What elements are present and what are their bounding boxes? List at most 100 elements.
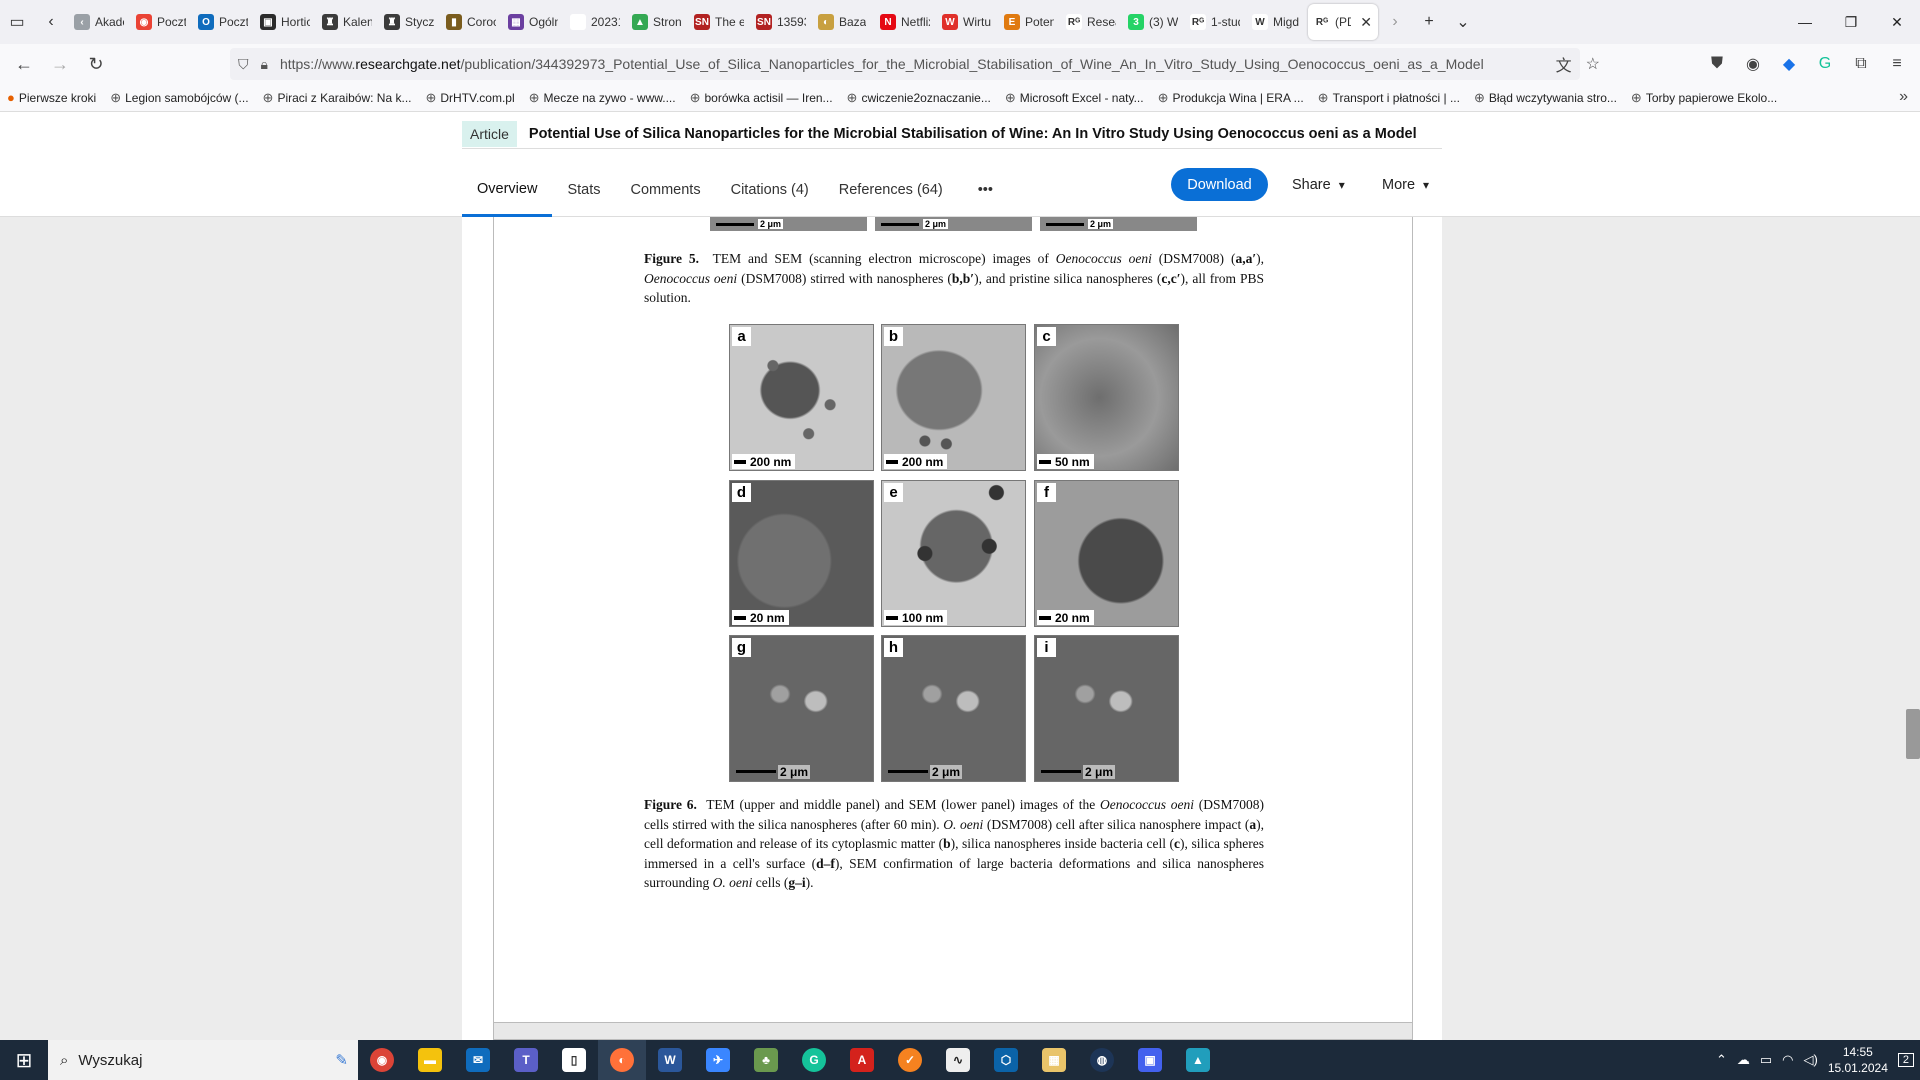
- publication-tab[interactable]: Stats: [552, 163, 615, 217]
- bookmark-item[interactable]: ⊕ Błąd wczytywania stro...: [1467, 90, 1624, 106]
- bookmark-item[interactable]: ⊕ Mecze na zywo - www....: [522, 90, 683, 106]
- browser-tab[interactable]: W Wirtu: [936, 4, 998, 40]
- publication-tab[interactable]: Citations (4): [716, 163, 824, 217]
- account-icon[interactable]: ◉: [1740, 51, 1766, 77]
- browser-tab[interactable]: ▲ Strona: [626, 4, 688, 40]
- browser-tab[interactable]: N Netflix: [874, 4, 936, 40]
- bookmark-item[interactable]: ⊕ cwiczenie2oznaczanie...: [840, 90, 998, 106]
- browser-tab[interactable]: ‹ Akadem: [68, 4, 130, 40]
- tab-list-icon[interactable]: ▭: [0, 5, 34, 39]
- bookmark-item[interactable]: ⊕ Transport i płatności | ...: [1311, 90, 1467, 106]
- app-chart-icon[interactable]: ∿: [934, 1040, 982, 1080]
- notepad-icon[interactable]: ▯: [550, 1040, 598, 1080]
- browser-tab[interactable]: Rᴳ (PD ✕: [1308, 4, 1378, 40]
- app-image-icon[interactable]: ▦: [1030, 1040, 1078, 1080]
- browser-tab[interactable]: ♜ Kalend: [316, 4, 378, 40]
- bookmark-item[interactable]: ⊕ Torby papierowe Ekolo...: [1624, 90, 1784, 106]
- download-button[interactable]: Download: [1171, 168, 1268, 201]
- more-label: More: [1382, 176, 1416, 193]
- bookmark-item[interactable]: ● Pierwsze kroki: [0, 90, 103, 105]
- bookmarks-overflow-icon[interactable]: »: [1899, 88, 1908, 106]
- share-button[interactable]: Share ▾: [1292, 168, 1345, 201]
- close-tab-icon[interactable]: ✕: [1360, 14, 1372, 31]
- app-check-icon[interactable]: ✓: [886, 1040, 934, 1080]
- grammarly-taskbar-icon[interactable]: G: [790, 1040, 838, 1080]
- grammarly-icon[interactable]: G: [1812, 51, 1838, 77]
- bookmark-item[interactable]: ⊕ Piraci z Karaibów: Na k...: [256, 90, 419, 106]
- more-button[interactable]: More ▾: [1382, 168, 1429, 201]
- app-photos-icon[interactable]: ▲: [1174, 1040, 1222, 1080]
- browser-tab[interactable]: O Poczta: [192, 4, 254, 40]
- bookmark-label: Microsoft Excel - naty...: [1019, 90, 1144, 105]
- more-options-icon[interactable]: •••: [963, 163, 1008, 217]
- browser-tab[interactable]: E Poten: [998, 4, 1060, 40]
- wifi-icon[interactable]: ◠: [1782, 1052, 1793, 1068]
- shield-icon[interactable]: ⛉: [238, 56, 249, 73]
- bookmark-item[interactable]: ⊕ Legion samobójców (...: [103, 90, 255, 106]
- scroll-tabs-right-icon[interactable]: ›: [1378, 5, 1412, 39]
- bookmark-item[interactable]: ⊕ Produkcja Wina | ERA ...: [1151, 90, 1311, 106]
- taskbar-search-box[interactable]: ⌕ Wyszukaj ✎: [48, 1040, 358, 1080]
- teams-icon[interactable]: T: [502, 1040, 550, 1080]
- file-explorer-icon[interactable]: ▬: [406, 1040, 454, 1080]
- extension-cap-icon[interactable]: ◆: [1776, 51, 1802, 77]
- app-tree-icon[interactable]: ♣: [742, 1040, 790, 1080]
- new-tab-icon[interactable]: +: [1412, 5, 1446, 39]
- browser-tab[interactable]: ▣ Hortic: [254, 4, 316, 40]
- browser-tab[interactable]: Rᴳ Resea: [1060, 4, 1122, 40]
- browser-tab[interactable]: ◐ Baza: [812, 4, 874, 40]
- chrome-icon[interactable]: ◉: [358, 1040, 406, 1080]
- browser-tab[interactable]: ◉ Poczta: [130, 4, 192, 40]
- mail-icon[interactable]: ✉: [454, 1040, 502, 1080]
- bookmark-item[interactable]: ⊕ Microsoft Excel - naty...: [998, 90, 1151, 106]
- lock-icon[interactable]: 🔒︎: [261, 56, 268, 73]
- tab-label: Netflix: [901, 15, 930, 29]
- menu-icon[interactable]: ≡: [1884, 51, 1910, 77]
- browser-tab[interactable]: SN 13593: [750, 4, 812, 40]
- notifications-icon[interactable]: 2: [1897, 1053, 1914, 1067]
- publication-tab[interactable]: References (64): [824, 163, 963, 217]
- close-window-icon[interactable]: ✕: [1874, 0, 1920, 44]
- browser-tab[interactable]: ♜ Styczeń: [378, 4, 440, 40]
- back-icon[interactable]: ←: [6, 48, 42, 80]
- extensions-puzzle-icon[interactable]: ⧉: [1848, 51, 1874, 77]
- minimize-icon[interactable]: —: [1782, 0, 1828, 44]
- word-icon[interactable]: W: [646, 1040, 694, 1080]
- tab-label: Poten: [1025, 15, 1054, 29]
- onedrive-icon[interactable]: ☁: [1737, 1052, 1750, 1068]
- scroll-tabs-left-icon[interactable]: ‹: [34, 5, 68, 39]
- app-globe-icon[interactable]: ◍: [1078, 1040, 1126, 1080]
- app-hexagon-icon[interactable]: ⬡: [982, 1040, 1030, 1080]
- app-feather-icon[interactable]: ✈: [694, 1040, 742, 1080]
- network-icon[interactable]: ▭: [1760, 1052, 1772, 1068]
- tray-overflow-icon[interactable]: ⌃: [1716, 1052, 1727, 1068]
- app-save-icon[interactable]: ▣: [1126, 1040, 1174, 1080]
- browser-tab[interactable]: ▮ Coroc: [440, 4, 502, 40]
- forward-icon[interactable]: →: [42, 48, 78, 80]
- windows-start-icon[interactable]: ⊞: [0, 1040, 48, 1080]
- translate-icon[interactable]: 文: [1556, 52, 1572, 76]
- firefox-icon[interactable]: ◐: [598, 1040, 646, 1080]
- restore-icon[interactable]: ❐: [1828, 0, 1874, 44]
- publication-tab[interactable]: Overview: [462, 163, 553, 217]
- scale-bar-line: [886, 615, 898, 620]
- bookmark-item[interactable]: ⊕ borówka actisil — Iren...: [683, 90, 840, 106]
- bookmark-star-icon[interactable]: ☆: [1586, 54, 1600, 74]
- address-bar[interactable]: ⛉ 🔒︎ https://www. researchgate.net/public…: [230, 48, 1580, 80]
- publication-tab[interactable]: Comments: [615, 163, 715, 217]
- url-prefix: https://www.: [279, 56, 356, 72]
- browser-tab[interactable]: 3 (3) W: [1122, 4, 1184, 40]
- acrobat-icon[interactable]: A: [838, 1040, 886, 1080]
- browser-tab[interactable]: 20231212: [564, 4, 626, 40]
- browser-tab[interactable]: SN The el: [688, 4, 750, 40]
- page-scrollbar-thumb[interactable]: [1906, 709, 1920, 759]
- reload-icon[interactable]: ↻: [78, 48, 114, 80]
- bookmark-item[interactable]: ⊕ DrHTV.com.pl: [418, 90, 521, 106]
- browser-tab[interactable]: W Migd: [1246, 4, 1308, 40]
- browser-tab[interactable]: ▦ Ogólne: [502, 4, 564, 40]
- list-all-tabs-icon[interactable]: ⌄: [1446, 5, 1480, 39]
- pocket-icon[interactable]: ⛊: [1704, 51, 1730, 77]
- browser-tab[interactable]: Rᴳ 1-stud: [1184, 4, 1246, 40]
- volume-icon[interactable]: ◁): [1803, 1052, 1817, 1068]
- clock[interactable]: 14:55 15.01.2024: [1828, 1044, 1888, 1076]
